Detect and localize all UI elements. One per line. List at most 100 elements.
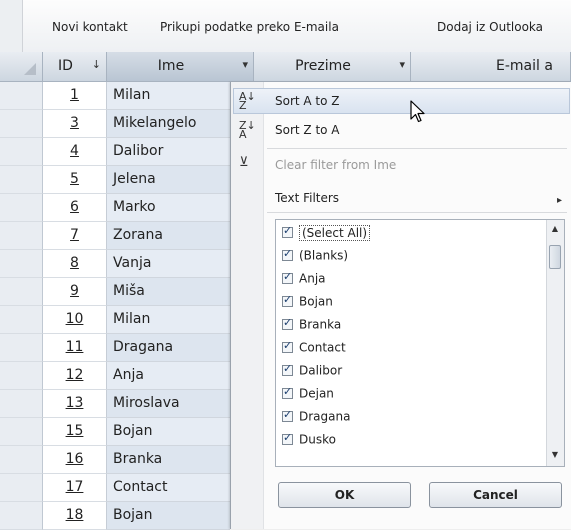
ok-button[interactable]: OK bbox=[278, 482, 411, 508]
list-item[interactable]: (Select All) bbox=[282, 224, 371, 245]
list-item[interactable]: Contact bbox=[282, 339, 346, 360]
row-selector[interactable] bbox=[0, 250, 43, 278]
id-cell[interactable]: 12 bbox=[43, 362, 107, 390]
ime-cell[interactable]: Milan bbox=[107, 306, 230, 334]
row-selector[interactable] bbox=[0, 222, 43, 250]
table-row[interactable]: 16 Branka bbox=[0, 446, 230, 474]
list-scrollbar[interactable]: ▲ ▼ bbox=[546, 220, 564, 466]
id-cell[interactable]: 11 bbox=[43, 334, 107, 362]
row-selector[interactable] bbox=[0, 390, 43, 418]
checkbox[interactable] bbox=[282, 408, 293, 422]
checkbox[interactable] bbox=[282, 224, 293, 238]
table-row[interactable]: 18 Bojan bbox=[0, 502, 230, 530]
table-row[interactable]: 8 Vanja bbox=[0, 250, 230, 278]
list-item[interactable]: Bojan bbox=[282, 293, 333, 314]
table-row[interactable]: 13 Miroslava bbox=[0, 390, 230, 418]
id-cell[interactable]: 7 bbox=[43, 222, 107, 250]
list-item[interactable]: Dragana bbox=[282, 408, 350, 429]
ime-cell[interactable]: Bojan bbox=[107, 502, 230, 530]
row-selector[interactable] bbox=[0, 446, 43, 474]
text-filters-item[interactable]: Text Filters bbox=[275, 191, 339, 205]
checkbox[interactable] bbox=[282, 270, 293, 284]
id-cell[interactable]: 18 bbox=[43, 502, 107, 530]
table-row[interactable]: 11 Dragana bbox=[0, 334, 230, 362]
new-contact-button[interactable]: Novi kontakt bbox=[52, 20, 128, 34]
sort-a-to-z-item[interactable]: Sort A to Z bbox=[275, 94, 340, 108]
row-selector[interactable] bbox=[0, 82, 43, 110]
ime-cell[interactable]: Contact bbox=[107, 474, 230, 502]
id-cell[interactable]: 17 bbox=[43, 474, 107, 502]
table-row[interactable]: 15 Bojan bbox=[0, 418, 230, 446]
ime-cell[interactable]: Branka bbox=[107, 446, 230, 474]
table-row[interactable]: 12 Anja bbox=[0, 362, 230, 390]
row-selector[interactable] bbox=[0, 474, 43, 502]
row-selector[interactable] bbox=[0, 362, 43, 390]
table-row[interactable]: 9 Miša bbox=[0, 278, 230, 306]
list-item[interactable]: Dusko bbox=[282, 431, 336, 452]
row-selector[interactable] bbox=[0, 194, 43, 222]
table-row[interactable]: 17 Contact bbox=[0, 474, 230, 502]
id-cell[interactable]: 3 bbox=[43, 110, 107, 138]
list-item[interactable]: Dejan bbox=[282, 385, 334, 406]
table-row[interactable]: 10 Milan bbox=[0, 306, 230, 334]
row-selector[interactable] bbox=[0, 138, 43, 166]
column-header-prezime[interactable]: Prezime ▾ bbox=[254, 52, 411, 82]
row-selector[interactable] bbox=[0, 502, 43, 530]
cancel-button[interactable]: Cancel bbox=[429, 482, 562, 508]
checkbox[interactable] bbox=[282, 431, 293, 445]
checkbox[interactable] bbox=[282, 316, 293, 330]
ime-cell[interactable]: Marko bbox=[107, 194, 230, 222]
ime-cell[interactable]: Dragana bbox=[107, 334, 230, 362]
row-selector[interactable] bbox=[0, 418, 43, 446]
id-cell[interactable]: 5 bbox=[43, 166, 107, 194]
id-cell[interactable]: 16 bbox=[43, 446, 107, 474]
row-selector[interactable] bbox=[0, 166, 43, 194]
scroll-up-icon[interactable]: ▲ bbox=[549, 222, 561, 236]
column-header-ime[interactable]: Ime ▾ bbox=[107, 52, 254, 82]
table-row[interactable]: 6 Marko bbox=[0, 194, 230, 222]
scroll-down-icon[interactable]: ▼ bbox=[549, 448, 561, 462]
table-row[interactable]: 1 Milan bbox=[0, 82, 230, 110]
chevron-down-icon[interactable]: ↓ bbox=[92, 58, 101, 71]
row-selector[interactable] bbox=[0, 334, 43, 362]
row-selector[interactable] bbox=[0, 278, 43, 306]
checkbox[interactable] bbox=[282, 293, 293, 307]
checkbox[interactable] bbox=[282, 247, 293, 261]
scrollbar-thumb[interactable] bbox=[549, 245, 561, 269]
chevron-down-icon[interactable]: ▾ bbox=[242, 58, 248, 71]
id-cell[interactable]: 10 bbox=[43, 306, 107, 334]
list-item[interactable]: (Blanks) bbox=[282, 247, 348, 268]
sort-z-to-a-item[interactable]: Sort Z to A bbox=[275, 123, 340, 137]
table-row[interactable]: 7 Zorana bbox=[0, 222, 230, 250]
table-row[interactable]: 3 Mikelangelo bbox=[0, 110, 230, 138]
list-item[interactable]: Anja bbox=[282, 270, 326, 291]
filter-values-list[interactable]: (Select All) (Blanks) Anja Bojan Branka … bbox=[275, 219, 565, 467]
id-cell[interactable]: 6 bbox=[43, 194, 107, 222]
checkbox[interactable] bbox=[282, 362, 293, 376]
id-cell[interactable]: 4 bbox=[43, 138, 107, 166]
row-selector[interactable] bbox=[0, 110, 43, 138]
checkbox[interactable] bbox=[282, 385, 293, 399]
ime-cell[interactable]: Bojan bbox=[107, 418, 230, 446]
table-row[interactable]: 4 Dalibor bbox=[0, 138, 230, 166]
ime-cell[interactable]: Zorana bbox=[107, 222, 230, 250]
row-selector[interactable] bbox=[0, 306, 43, 334]
ime-cell[interactable]: Anja bbox=[107, 362, 230, 390]
column-header-id[interactable]: ID ↓ bbox=[43, 52, 107, 82]
id-cell[interactable]: 13 bbox=[43, 390, 107, 418]
ime-cell[interactable]: Mikelangelo bbox=[107, 110, 230, 138]
add-from-outlook-button[interactable]: Dodaj iz Outlooka bbox=[437, 20, 543, 34]
list-item[interactable]: Dalibor bbox=[282, 362, 342, 383]
ime-cell[interactable]: Miroslava bbox=[107, 390, 230, 418]
select-all-corner[interactable] bbox=[0, 52, 43, 82]
ime-cell[interactable]: Miša bbox=[107, 278, 230, 306]
collect-email-button[interactable]: Prikupi podatke preko E-maila bbox=[160, 20, 339, 34]
id-cell[interactable]: 9 bbox=[43, 278, 107, 306]
list-item[interactable]: Branka bbox=[282, 316, 341, 337]
id-cell[interactable]: 15 bbox=[43, 418, 107, 446]
id-cell[interactable]: 8 bbox=[43, 250, 107, 278]
ime-cell[interactable]: Dalibor bbox=[107, 138, 230, 166]
ime-cell[interactable]: Jelena bbox=[107, 166, 230, 194]
id-cell[interactable]: 1 bbox=[43, 82, 107, 110]
column-header-email[interactable]: E-mail a bbox=[411, 52, 571, 82]
